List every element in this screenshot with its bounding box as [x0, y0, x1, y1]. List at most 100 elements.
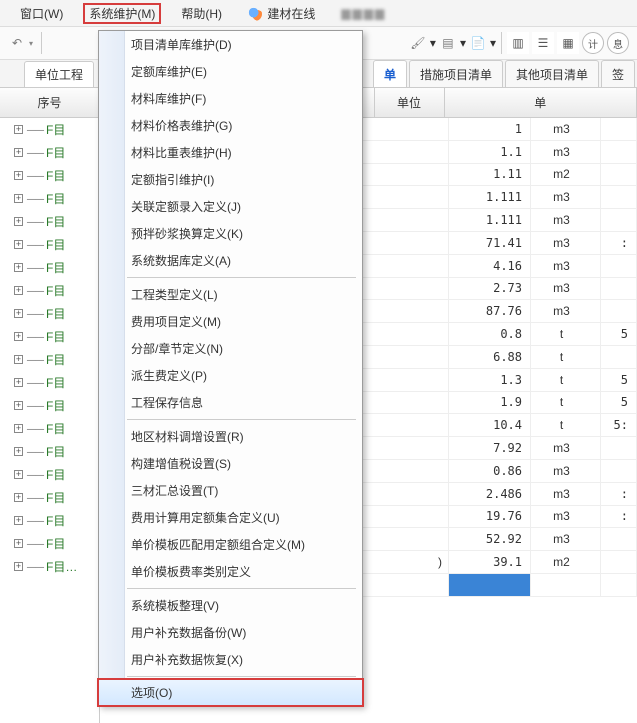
- cell-extra[interactable]: [601, 437, 637, 459]
- cell-unit[interactable]: m3: [531, 209, 601, 231]
- cell-unit[interactable]: t: [531, 414, 601, 436]
- tree-row[interactable]: +──F目: [0, 463, 99, 486]
- expand-icon[interactable]: +: [14, 240, 23, 249]
- tab-other[interactable]: 其他项目清单: [505, 60, 599, 87]
- tab-unit-project[interactable]: 单位工程: [24, 61, 94, 87]
- cell-qty[interactable]: 2.486: [449, 483, 531, 505]
- menu-item[interactable]: 材料价格表维护(G): [99, 112, 362, 139]
- tree-row[interactable]: +──F目: [0, 256, 99, 279]
- cell-extra[interactable]: :: [601, 506, 637, 528]
- menu-item[interactable]: 系统数据库定义(A): [99, 247, 362, 274]
- expand-icon[interactable]: +: [14, 539, 23, 548]
- cell-qty[interactable]: [449, 574, 531, 596]
- menu-item[interactable]: 用户补充数据恢复(X): [99, 646, 362, 673]
- tree-row[interactable]: +──F目: [0, 118, 99, 141]
- cell-unit[interactable]: m2: [531, 551, 601, 573]
- expand-icon[interactable]: +: [14, 194, 23, 203]
- cell-extra[interactable]: [601, 186, 637, 208]
- tree-row[interactable]: +──F目: [0, 509, 99, 532]
- menu-item[interactable]: 费用计算用定额集合定义(U): [99, 504, 362, 531]
- cell-extra[interactable]: [601, 118, 637, 140]
- sheet-icon[interactable]: ▤: [439, 34, 457, 52]
- cell-qty[interactable]: 10.4: [449, 414, 531, 436]
- cell-qty[interactable]: 0.86: [449, 460, 531, 482]
- menu-item[interactable]: 单价模板费率类别定义: [99, 558, 362, 585]
- menu-item[interactable]: 工程保存信息: [99, 389, 362, 416]
- menu-item[interactable]: 分部/章节定义(N): [99, 335, 362, 362]
- menu-item[interactable]: 预拌砂浆换算定义(K): [99, 220, 362, 247]
- cell-qty[interactable]: 87.76: [449, 300, 531, 322]
- cell-extra[interactable]: :: [601, 483, 637, 505]
- cell-extra[interactable]: [601, 209, 637, 231]
- menu-item[interactable]: 派生费定义(P): [99, 362, 362, 389]
- format-paint-icon[interactable]: 🖌: [409, 34, 427, 52]
- tree-row[interactable]: +──F目: [0, 302, 99, 325]
- cell-extra[interactable]: [601, 528, 637, 550]
- menu-item[interactable]: 材料比重表维护(H): [99, 139, 362, 166]
- menu-item[interactable]: 单价模板匹配用定额组合定义(M): [99, 531, 362, 558]
- tree-row[interactable]: +──F目: [0, 187, 99, 210]
- tree-row[interactable]: +──F目…: [0, 555, 99, 578]
- cell-unit[interactable]: m3: [531, 437, 601, 459]
- tree-row[interactable]: +──F目: [0, 371, 99, 394]
- cell-qty[interactable]: 6.88: [449, 346, 531, 368]
- tree-row[interactable]: +──F目: [0, 394, 99, 417]
- tree-row[interactable]: +──F目: [0, 210, 99, 233]
- cell-qty[interactable]: 19.76: [449, 506, 531, 528]
- tab-bill-active[interactable]: 单: [373, 60, 407, 87]
- expand-icon[interactable]: +: [14, 263, 23, 272]
- cell-unit[interactable]: m3: [531, 118, 601, 140]
- cell-extra[interactable]: [601, 278, 637, 300]
- expand-icon[interactable]: +: [14, 447, 23, 456]
- cell-qty[interactable]: 0.8: [449, 323, 531, 345]
- menu-item[interactable]: 用户补充数据备份(W): [99, 619, 362, 646]
- th-unit[interactable]: 单位: [375, 88, 445, 117]
- expand-icon[interactable]: +: [14, 470, 23, 479]
- cell-qty[interactable]: 7.92: [449, 437, 531, 459]
- expand-icon[interactable]: +: [14, 332, 23, 341]
- cell-extra[interactable]: 5:: [601, 414, 637, 436]
- expand-icon[interactable]: +: [14, 171, 23, 180]
- cell-unit[interactable]: m3: [531, 300, 601, 322]
- cell-qty[interactable]: 1.111: [449, 186, 531, 208]
- cell-qty[interactable]: 1.11: [449, 164, 531, 186]
- menu-item[interactable]: 地区材料调增设置(R): [99, 423, 362, 450]
- drop-icon[interactable]: ▾: [460, 36, 466, 50]
- menu-item[interactable]: 关联定额录入定义(J): [99, 193, 362, 220]
- expand-icon[interactable]: +: [14, 355, 23, 364]
- tree-row[interactable]: +──F目: [0, 486, 99, 509]
- cell-extra[interactable]: 5: [601, 392, 637, 414]
- drop-icon[interactable]: ▾: [430, 36, 436, 50]
- cell-unit[interactable]: m3: [531, 186, 601, 208]
- expand-icon[interactable]: +: [14, 516, 23, 525]
- cell-unit[interactable]: m2: [531, 164, 601, 186]
- tree-row[interactable]: +──F目: [0, 279, 99, 302]
- tree-row[interactable]: +──F目: [0, 141, 99, 164]
- cell-extra[interactable]: :: [601, 232, 637, 254]
- cell-qty[interactable]: 4.16: [449, 255, 531, 277]
- menu-online[interactable]: 建材在线: [242, 3, 321, 24]
- menu-item[interactable]: 定额库维护(E): [99, 58, 362, 85]
- cell-unit[interactable]: m3: [531, 506, 601, 528]
- menu-window[interactable]: 窗口(W): [14, 3, 69, 24]
- tab-measures[interactable]: 措施项目清单: [409, 60, 503, 87]
- undo-icon[interactable]: ↶: [8, 34, 26, 52]
- cell-qty[interactable]: 39.1: [449, 551, 531, 573]
- spreadsheet-icon[interactable]: ▦: [557, 32, 579, 54]
- cell-unit[interactable]: m3: [531, 278, 601, 300]
- cell-unit[interactable]: t: [531, 346, 601, 368]
- menu-help[interactable]: 帮助(H): [175, 3, 228, 24]
- cell-unit[interactable]: m3: [531, 460, 601, 482]
- cell-extra[interactable]: [601, 460, 637, 482]
- tree-row[interactable]: +──F目: [0, 348, 99, 371]
- tree-row[interactable]: +──F目: [0, 164, 99, 187]
- cell-unit[interactable]: m3: [531, 232, 601, 254]
- cell-extra[interactable]: [601, 551, 637, 573]
- expand-icon[interactable]: +: [14, 148, 23, 157]
- expand-icon[interactable]: +: [14, 424, 23, 433]
- cell-unit[interactable]: m3: [531, 528, 601, 550]
- cell-qty[interactable]: 1.9: [449, 392, 531, 414]
- cell-qty[interactable]: 1.3: [449, 369, 531, 391]
- cell-unit[interactable]: t: [531, 323, 601, 345]
- cell-extra[interactable]: [601, 300, 637, 322]
